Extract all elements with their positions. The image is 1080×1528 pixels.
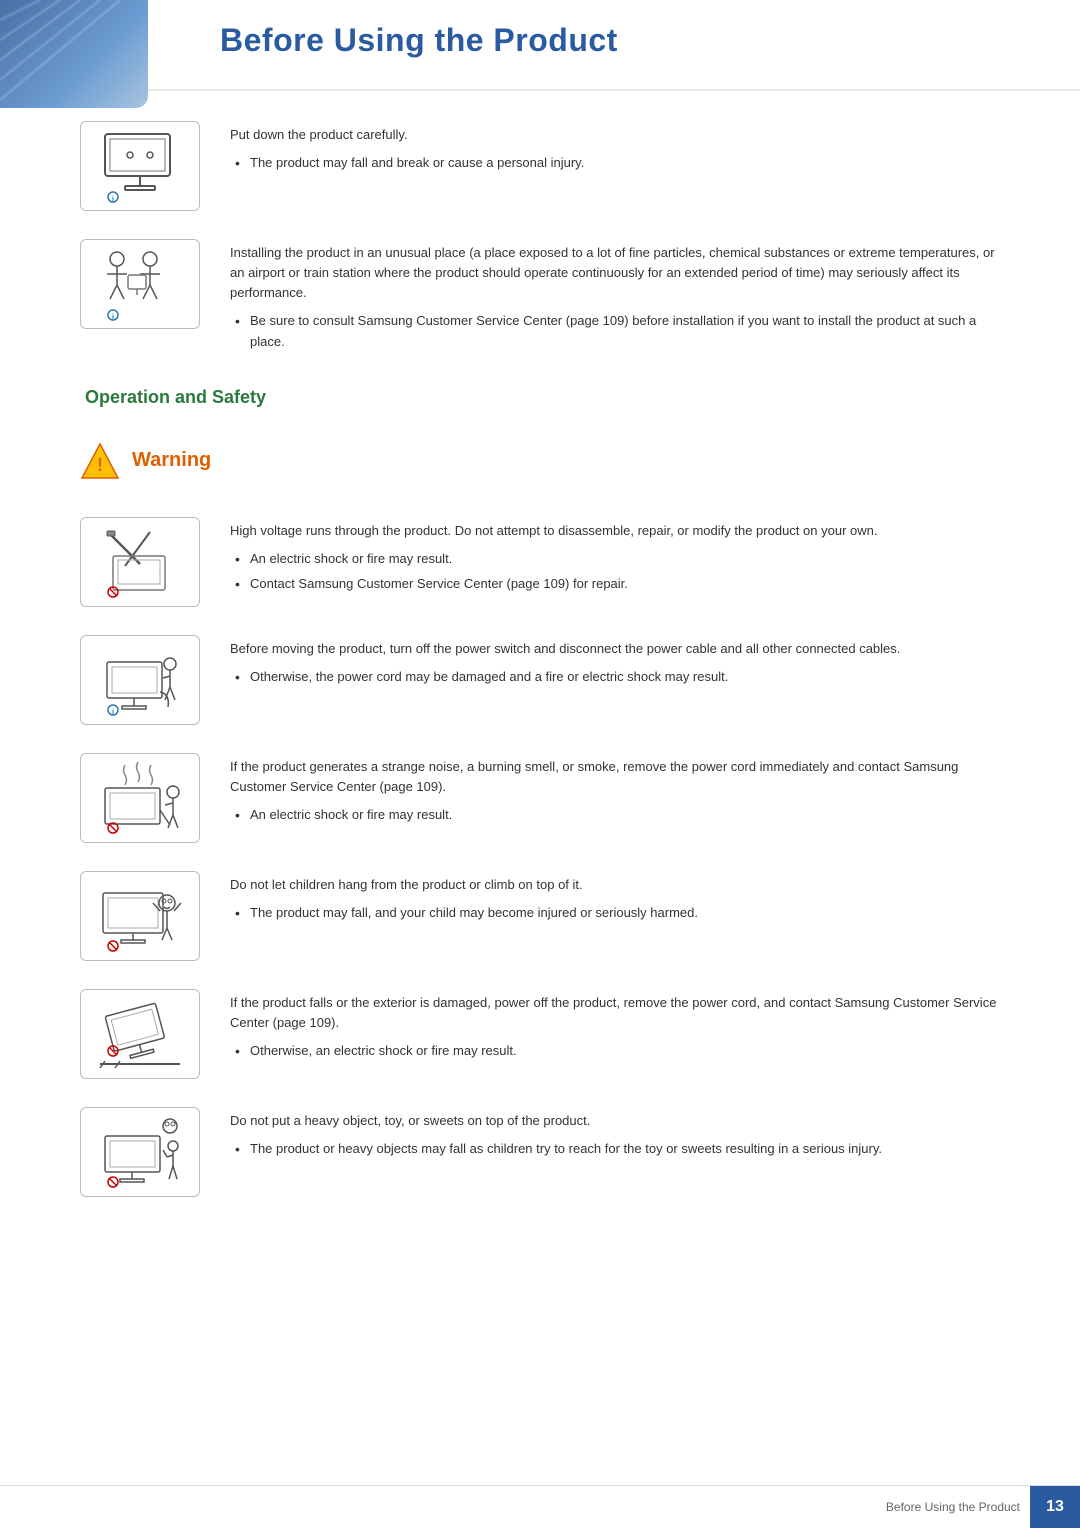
svg-text:!: !: [97, 455, 103, 475]
warning-children-hang-bullets: The product may fall, and your child may…: [230, 903, 1000, 923]
item-unusual-place-text: Installing the product in an unusual pla…: [230, 239, 1000, 357]
item-put-down-main: Put down the product carefully.: [230, 125, 1000, 145]
bullet-item: An electric shock or fire may result.: [230, 805, 1000, 825]
warning-moving-bullets: Otherwise, the power cord may be damaged…: [230, 667, 1000, 687]
safety-item-unusual-place: i Installing the product in an unusual p…: [80, 239, 1000, 357]
warning-item-falls: If the product falls or the exterior is …: [80, 989, 1000, 1079]
warning-block-header: ! Warning: [80, 433, 1000, 489]
warning-noise-main: If the product generates a strange noise…: [230, 757, 1000, 797]
icon-children-hanging: [80, 871, 200, 961]
bullet-item: The product or heavy objects may fall as…: [230, 1139, 1000, 1159]
warning-heavy-objects-main: Do not put a heavy object, toy, or sweet…: [230, 1111, 1000, 1131]
svg-text:i: i: [112, 314, 114, 321]
bullet-item: The product may fall, and your child may…: [230, 903, 1000, 923]
svg-text:i: i: [112, 196, 114, 203]
warning-voltage-text: High voltage runs through the product. D…: [230, 517, 1000, 599]
page-title-area: Before Using the Product: [0, 0, 1080, 91]
warning-noise-text: If the product generates a strange noise…: [230, 753, 1000, 830]
main-content: i Put down the product carefully. The pr…: [0, 91, 1080, 1285]
warning-item-moving: i Before moving the product, turn off th…: [80, 635, 1000, 725]
icon-moving-product: i: [80, 635, 200, 725]
warning-item-heavy-objects: Do not put a heavy object, toy, or sweet…: [80, 1107, 1000, 1197]
footer-text: Before Using the Product: [886, 1500, 1030, 1514]
warning-label: Warning: [132, 449, 211, 472]
bullet-item: An electric shock or fire may result.: [230, 549, 1000, 569]
icon-smoke-noise: [80, 753, 200, 843]
item-unusual-place-bullets: Be sure to consult Samsung Customer Serv…: [230, 311, 1000, 351]
warning-item-noise: If the product generates a strange noise…: [80, 753, 1000, 843]
section-heading-operation-safety: Operation and Safety: [80, 387, 1000, 408]
warning-heavy-objects-bullets: The product or heavy objects may fall as…: [230, 1139, 1000, 1159]
blue-accent-decoration: [0, 0, 148, 108]
warning-moving-main: Before moving the product, turn off the …: [230, 639, 1000, 659]
footer-page-number: 13: [1030, 1486, 1080, 1528]
warning-children-hang-text: Do not let children hang from the produc…: [230, 871, 1000, 928]
bullet-item: The product may fall and break or cause …: [230, 153, 1000, 173]
safety-item-put-down: i Put down the product carefully. The pr…: [80, 121, 1000, 211]
bullet-item: Otherwise, an electric shock or fire may…: [230, 1041, 1000, 1061]
icon-person-unusual-place: i: [80, 239, 200, 329]
warning-voltage-main: High voltage runs through the product. D…: [230, 521, 1000, 541]
icon-product-falls: [80, 989, 200, 1079]
warning-falls-text: If the product falls or the exterior is …: [230, 989, 1000, 1066]
item-put-down-text: Put down the product carefully. The prod…: [230, 121, 1000, 178]
warning-item-voltage: High voltage runs through the product. D…: [80, 517, 1000, 607]
warning-falls-bullets: Otherwise, an electric shock or fire may…: [230, 1041, 1000, 1061]
page-footer: Before Using the Product 13: [0, 1485, 1080, 1527]
bullet-item: Be sure to consult Samsung Customer Serv…: [230, 311, 1000, 351]
item-unusual-place-main: Installing the product in an unusual pla…: [230, 243, 1000, 303]
warning-triangle-icon: !: [80, 441, 120, 481]
warning-moving-text: Before moving the product, turn off the …: [230, 635, 1000, 692]
warning-heavy-objects-text: Do not put a heavy object, toy, or sweet…: [230, 1107, 1000, 1164]
warning-noise-bullets: An electric shock or fire may result.: [230, 805, 1000, 825]
icon-heavy-objects: [80, 1107, 200, 1197]
icon-disassemble-warning: [80, 517, 200, 607]
warning-voltage-bullets: An electric shock or fire may result. Co…: [230, 549, 1000, 594]
warning-falls-main: If the product falls or the exterior is …: [230, 993, 1000, 1033]
icon-monitor-putting-down: i: [80, 121, 200, 211]
page-title: Before Using the Product: [220, 22, 1000, 59]
bullet-item: Otherwise, the power cord may be damaged…: [230, 667, 1000, 687]
warning-children-hang-main: Do not let children hang from the produc…: [230, 875, 1000, 895]
svg-text:i: i: [112, 709, 114, 716]
warning-item-children-hang: Do not let children hang from the produc…: [80, 871, 1000, 961]
item-put-down-bullets: The product may fall and break or cause …: [230, 153, 1000, 173]
bullet-item: Contact Samsung Customer Service Center …: [230, 574, 1000, 594]
